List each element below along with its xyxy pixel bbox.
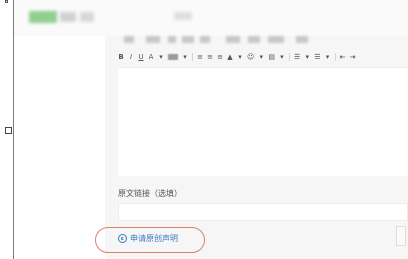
- blurred-logo: [29, 11, 57, 23]
- paragraph-icon[interactable]: ▤: [268, 53, 275, 61]
- selection-handle-left[interactable]: [5, 127, 12, 134]
- chevron-down-icon[interactable]: ▾: [237, 53, 243, 61]
- font-color-dropdown-icon[interactable]: ▾: [158, 53, 164, 61]
- align-center-icon[interactable]: ≡: [207, 53, 213, 61]
- selection-handle-top-left[interactable]: [5, 0, 8, 3]
- source-link-input[interactable]: [118, 203, 408, 221]
- align-right-icon[interactable]: ≡: [217, 53, 223, 61]
- scroll-widget[interactable]: [396, 226, 406, 246]
- blurred-nav-item: [60, 12, 76, 22]
- copyright-icon: [118, 234, 127, 243]
- blurred-toolbar-item[interactable]: [168, 36, 176, 43]
- chevron-down-icon[interactable]: ▾: [304, 53, 310, 61]
- underline-button[interactable]: U: [138, 53, 144, 61]
- italic-button[interactable]: I: [128, 53, 134, 61]
- unordered-list-icon[interactable]: ☰: [314, 53, 320, 61]
- blurred-toolbar-item[interactable]: [296, 36, 308, 43]
- blurred-toolbar-item[interactable]: [248, 36, 260, 43]
- toolbar-divider: [288, 53, 290, 61]
- top-bar: [14, 0, 408, 36]
- bold-button[interactable]: B: [118, 53, 124, 61]
- chevron-down-icon[interactable]: ▾: [279, 53, 285, 61]
- ordered-list-icon[interactable]: ☰: [294, 53, 300, 61]
- formatting-toolbar: B I U A ▾ ▾ ≡ ≡ ≡ ▲ ▾ ☺ ▾ ▤ ▾ ☰ ▾ ☰ ▾ ⇤ …: [118, 49, 408, 65]
- toolbar-divider: [334, 53, 336, 61]
- align-left-icon[interactable]: ≡: [197, 53, 203, 61]
- blurred-toolbar-item[interactable]: [182, 36, 194, 43]
- blurred-nav-item: [174, 12, 192, 20]
- chevron-down-icon[interactable]: ▾: [325, 53, 331, 61]
- blurred-nav-item: [80, 12, 94, 22]
- outdent-icon[interactable]: ⇥: [350, 53, 356, 61]
- chevron-down-icon[interactable]: ▾: [182, 53, 188, 61]
- rich-text-editor[interactable]: [118, 67, 408, 176]
- original-claim-label: 申请原创声明: [130, 234, 178, 243]
- blurred-toolbar-item[interactable]: [124, 36, 134, 43]
- source-link-label: 原文链接（选填）: [118, 189, 182, 198]
- original-claim-link[interactable]: 申请原创声明: [118, 233, 178, 244]
- insert-emoji-icon[interactable]: ☺: [247, 53, 254, 61]
- indent-icon[interactable]: ⇤: [340, 53, 346, 61]
- insert-image-icon[interactable]: ▲: [227, 53, 233, 61]
- blurred-toolbar-item[interactable]: [146, 36, 160, 43]
- highlight-color-icon[interactable]: [168, 54, 178, 60]
- blurred-toolbar-item[interactable]: [268, 36, 284, 43]
- chevron-down-icon[interactable]: ▾: [258, 53, 264, 61]
- font-color-button[interactable]: A: [148, 53, 154, 61]
- blurred-toolbar-item[interactable]: [226, 36, 240, 43]
- toolbar-divider: [192, 53, 193, 61]
- toolbar-row-top: [118, 32, 408, 46]
- blurred-toolbar-item[interactable]: [200, 36, 210, 43]
